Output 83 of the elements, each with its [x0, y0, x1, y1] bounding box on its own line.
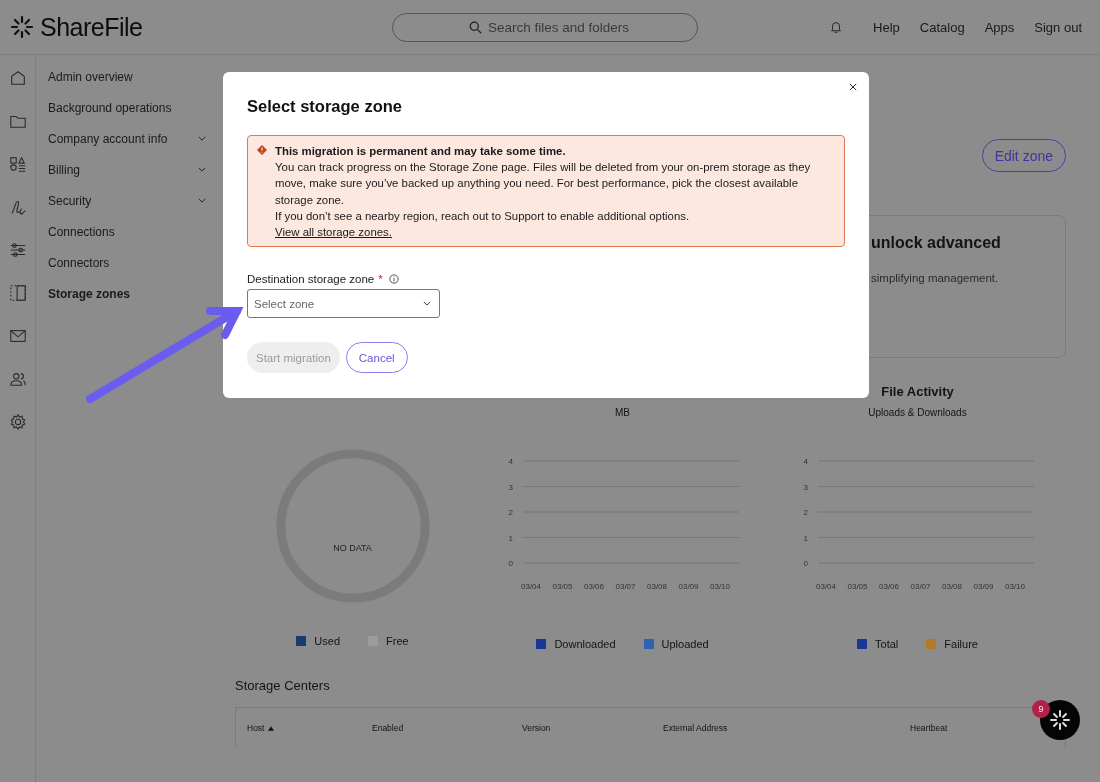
axis-tick-label: 4: [803, 457, 808, 466]
axis-tick-label: 03/04: [815, 582, 836, 591]
sidebar-item[interactable]: Connectors: [48, 247, 206, 278]
axis-tick-label: 03/10: [709, 582, 730, 591]
column-header[interactable]: Host: [247, 723, 372, 733]
axis-tick-label: 03/09: [973, 582, 993, 591]
section-title: Storage Centers: [235, 678, 331, 693]
warning-text: You can track progress on the Storage Zone page. Files will be deleted from your on-prem storage as they move, make sure you’ve backed up anything you need. For best performance, pick the closest available storage zone.: [275, 160, 812, 208]
axis-tick-label: 03/05: [552, 582, 572, 591]
signature-icon[interactable]: [8, 198, 27, 216]
dialog-title: Select storage zone: [247, 97, 403, 116]
sidebar-item[interactable]: Admin overview: [48, 61, 206, 92]
legend-label: Downloaded: [554, 638, 616, 650]
chart-heading: File Activity: [881, 384, 954, 399]
axis-tick-label: 03/08: [941, 582, 962, 591]
axis-tick-label: 03/04: [520, 582, 541, 591]
users-icon[interactable]: [8, 370, 27, 388]
axis-tick-label: 03/10: [1004, 582, 1025, 591]
close-icon[interactable]: [849, 83, 857, 91]
zone-dropdown[interactable]: Select zone: [247, 289, 440, 318]
legend-label: Uploaded: [661, 638, 709, 650]
axis-tick-label: 1: [508, 533, 513, 543]
sidebar-item[interactable]: Background operations: [48, 92, 206, 123]
logo-icon: [10, 15, 34, 39]
promo-text: simplifying management.: [871, 272, 1000, 284]
header-link[interactable]: Sign out: [1034, 19, 1082, 35]
axis-tick-label: 03/07: [615, 582, 635, 591]
promo-title: unlock advanced: [871, 234, 1002, 252]
warning-text: If you don’t see a nearby region, reach out to Support to enable additional options.: [275, 208, 691, 224]
axis-tick-label: 3: [508, 482, 513, 492]
axis-tick-label: 03/09: [678, 582, 698, 591]
column-header[interactable]: Enabled: [372, 723, 522, 733]
axis-tick-label: 03/05: [847, 582, 867, 591]
axis-tick-label: 2: [803, 508, 808, 517]
notification-badge: 9: [1032, 700, 1050, 718]
axis-tick-label: 3: [803, 482, 808, 492]
home-icon[interactable]: [8, 69, 27, 87]
storage-zones-link[interactable]: View all storage zones.: [275, 224, 392, 241]
sidebar-item[interactable]: Connections: [48, 216, 206, 247]
axis-tick-label: 03/08: [646, 582, 667, 591]
axis-tick-label: 03/06: [583, 582, 604, 591]
search-icon: [469, 20, 482, 34]
header-link[interactable]: Apps: [984, 19, 1015, 35]
column-header[interactable]: Version: [522, 723, 663, 733]
bell-icon[interactable]: [829, 20, 844, 34]
mail-icon[interactable]: [8, 327, 27, 345]
axis-tick-label: 1: [803, 533, 808, 543]
header-link[interactable]: Catalog: [919, 19, 965, 35]
chart-title: MB: [615, 407, 630, 418]
logo-icon: [1048, 708, 1072, 732]
axis-tick-label: 4: [508, 457, 513, 466]
required-mark: *: [378, 273, 383, 286]
info-icon: [388, 274, 399, 285]
cancel-button[interactable]: Cancel: [345, 342, 408, 373]
axis-tick-label: 0: [803, 559, 808, 568]
settings-icon[interactable]: [8, 413, 27, 431]
legend-label: Failure: [944, 638, 978, 650]
legend-label: Free: [386, 635, 409, 647]
legend-label: Used: [314, 635, 341, 647]
search-field[interactable]: Search files and folders: [392, 12, 698, 42]
axis-tick-label: 0: [508, 559, 513, 568]
axis-tick-label: 2: [508, 508, 513, 517]
shapes-icon[interactable]: [8, 155, 27, 173]
sidebar-item[interactable]: Billing: [48, 154, 206, 185]
chevron-down-icon: [423, 301, 431, 307]
no-data-label: NO DATA: [333, 543, 372, 553]
column-header[interactable]: Heartbeat: [910, 723, 948, 733]
sidebar-item[interactable]: Storage zones: [48, 278, 206, 309]
header-link[interactable]: Help: [873, 19, 900, 35]
field-label: Destination storage zone: [247, 273, 375, 286]
chat-button[interactable]: [1040, 700, 1080, 740]
warning-icon: [257, 145, 267, 155]
panel-icon[interactable]: [8, 284, 27, 302]
column-header[interactable]: External Address: [663, 723, 910, 733]
chart-title: Uploads & Downloads: [868, 407, 967, 418]
legend-label: Total: [875, 638, 899, 650]
axis-tick-label: 03/06: [878, 582, 899, 591]
logo-text: ShareFile: [40, 12, 143, 42]
sliders-icon[interactable]: [8, 241, 27, 259]
axis-tick-label: 03/07: [910, 582, 930, 591]
sidebar-item[interactable]: Company account info: [48, 123, 206, 154]
sidebar-item[interactable]: Security: [48, 185, 206, 216]
warning-heading: This migration is permanent and may take some time.: [275, 144, 567, 159]
